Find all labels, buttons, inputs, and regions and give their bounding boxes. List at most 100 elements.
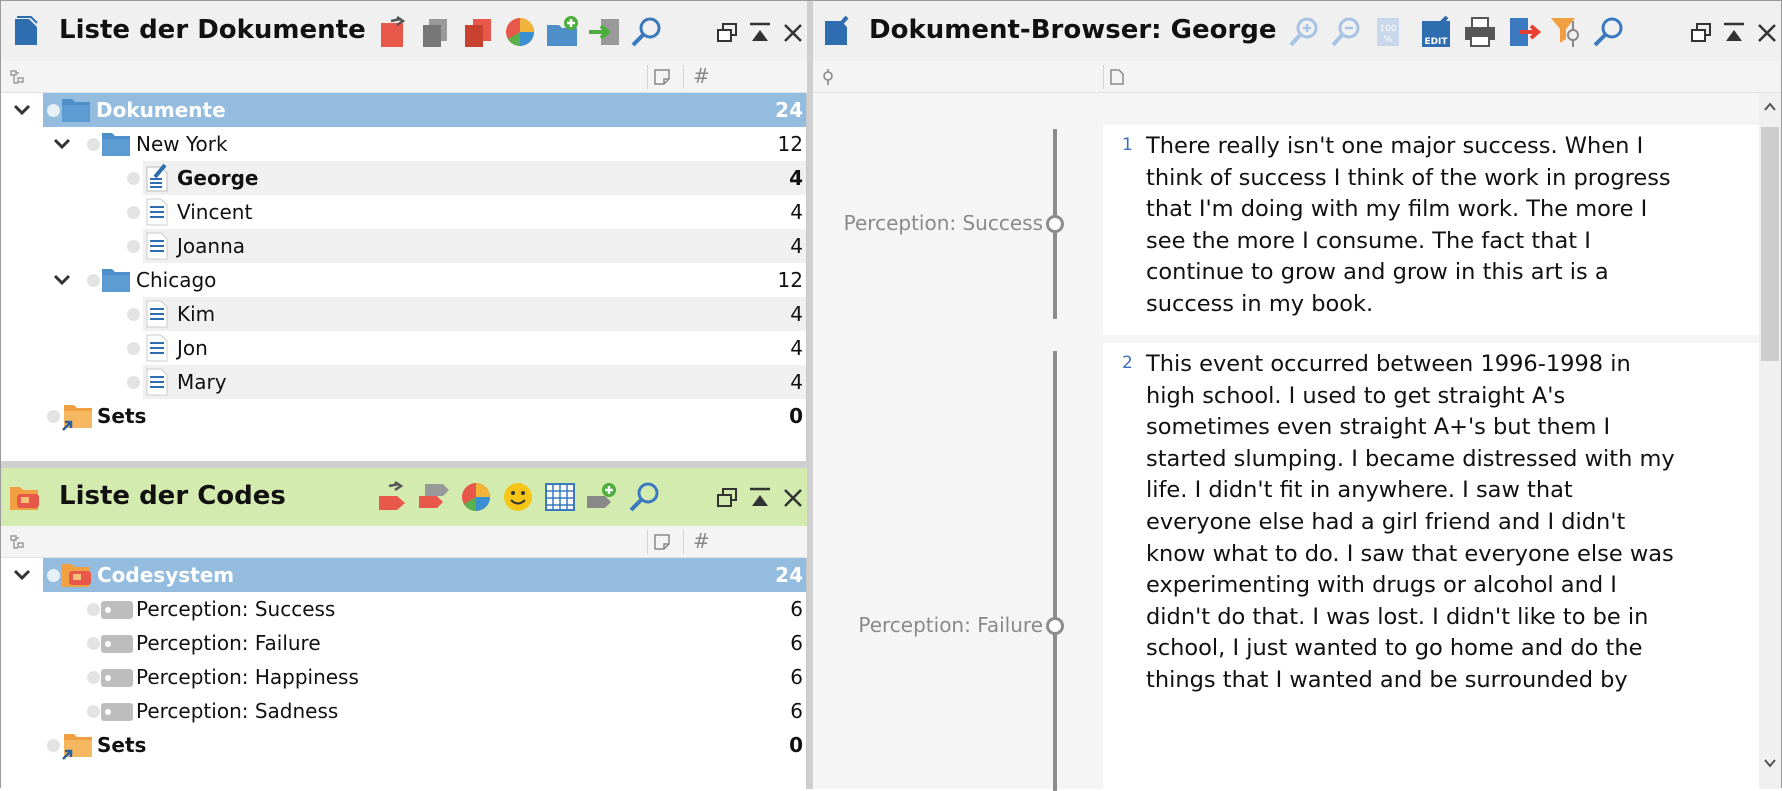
copy-icon[interactable] (419, 15, 453, 49)
code-stripe-failure[interactable] (1053, 351, 1057, 791)
scrollbar-thumb[interactable] (1761, 127, 1779, 361)
tree-row-chicago[interactable]: Chicago 12 (1, 263, 806, 297)
chevron-down-icon[interactable] (51, 133, 73, 155)
vertical-scrollbar[interactable] (1759, 93, 1781, 789)
zoom-100-icon[interactable]: 100% (1371, 15, 1405, 49)
folder-icon (62, 99, 90, 122)
tree-row-mary[interactable]: Mary 4 (1, 365, 806, 399)
code-stripe-label[interactable]: Perception: Failure (858, 613, 1043, 637)
memo-column-icon (654, 534, 670, 550)
tree-row-count: 6 (790, 665, 803, 689)
scroll-up-icon[interactable] (1763, 101, 1777, 113)
undock-icon[interactable] (1689, 21, 1713, 45)
tree-row-kim[interactable]: Kim 4 (1, 297, 806, 331)
code-stripe-label[interactable]: Perception: Success (844, 211, 1043, 235)
tree-row-label: Vincent (177, 200, 253, 224)
close-icon[interactable] (781, 21, 805, 45)
text-line: that I'm doing with my film work. The mo… (1146, 196, 1648, 223)
pie-chart-icon[interactable] (459, 480, 493, 514)
tree-row-label: Perception: Failure (136, 631, 321, 655)
tree-row-count: 24 (775, 98, 803, 122)
chevron-down-icon[interactable] (51, 269, 73, 291)
zoom-in-icon[interactable] (1287, 15, 1321, 49)
activate-icon[interactable] (377, 15, 411, 49)
search-icon[interactable] (1591, 15, 1625, 49)
new-code-icon[interactable] (585, 480, 619, 514)
print-icon[interactable] (1463, 15, 1497, 49)
code-tree: Codesystem 24 Perception: Success 6 Perc… (1, 558, 807, 789)
tree-row-new-york[interactable]: New York 12 (1, 127, 806, 161)
tree-row-jon[interactable]: Jon 4 (1, 331, 806, 365)
search-icon[interactable] (629, 15, 663, 49)
smiley-icon[interactable] (501, 480, 535, 514)
new-folder-icon[interactable] (545, 15, 579, 49)
document-browser-panel: Dokument-Browser: George 100% EDIT Perce… (813, 1, 1781, 791)
tree-row-george[interactable]: George 4 (1, 161, 806, 195)
close-icon[interactable] (781, 486, 805, 510)
code-list-panel: Liste der Codes # Codesystem 24 Percepti… (1, 468, 807, 789)
tree-row-perception-happiness[interactable]: Perception: Happiness 6 (1, 660, 806, 694)
text-line: think of success I think of the work in … (1146, 164, 1671, 191)
tree-row-joanna[interactable]: Joanna 4 (1, 229, 806, 263)
tree-row-count: 4 (790, 336, 803, 360)
chevron-down-icon[interactable] (11, 564, 33, 586)
tree-row-label: Joanna (177, 234, 245, 258)
svg-text:%: % (1384, 35, 1393, 45)
tree-row-vincent[interactable]: Vincent 4 (1, 195, 806, 229)
folder-icon (102, 133, 130, 156)
paragraph-2[interactable]: 2 This event occurred between 1996-1998 … (1103, 343, 1759, 789)
maximize-icon[interactable] (748, 486, 772, 510)
code-tags-icon[interactable] (417, 480, 451, 514)
import-icon[interactable] (587, 15, 621, 49)
tree-row-count: 4 (790, 200, 803, 224)
document-list-title: Liste der Dokumente (59, 15, 366, 45)
code-stripe-failure-knob[interactable] (1046, 617, 1064, 635)
search-icon[interactable] (627, 480, 661, 514)
tree-row-perception-failure[interactable]: Perception: Failure 6 (1, 626, 806, 660)
text-document-icon (146, 300, 168, 328)
code-tag-icon (101, 703, 133, 721)
zoom-out-icon[interactable] (1329, 15, 1363, 49)
tree-row-count: 0 (789, 733, 803, 757)
tree-icon (10, 535, 24, 549)
tree-row-document-sets[interactable]: Sets 0 (1, 399, 806, 433)
activate-icon[interactable] (375, 480, 409, 514)
text-line: sometimes even straight A+'s but them I (1146, 414, 1611, 441)
tree-row-label: Jon (177, 336, 208, 360)
pie-chart-icon[interactable] (503, 15, 537, 49)
tree-row-codesystem[interactable]: Codesystem 24 (1, 558, 806, 592)
tree-row-count: 12 (777, 132, 803, 156)
scroll-down-icon[interactable] (1763, 757, 1777, 769)
maximize-icon[interactable] (1722, 21, 1746, 45)
export-icon[interactable] (1507, 15, 1541, 49)
tree-row-count: 4 (790, 234, 803, 258)
document-text-area[interactable]: 1 There really isn't one major success. … (1103, 93, 1759, 789)
tree-row-label: Perception: Success (136, 597, 336, 621)
paragraph-1[interactable]: 1 There really isn't one major success. … (1103, 125, 1759, 335)
close-icon[interactable] (1755, 21, 1779, 45)
chevron-down-icon[interactable] (11, 99, 33, 121)
count-column-icon: # (693, 64, 710, 88)
filter-icon[interactable] (1549, 15, 1583, 49)
table-icon[interactable] (543, 480, 577, 514)
code-tag-icon (101, 669, 133, 687)
paragraph-text: This event occurred between 1996-1998 in… (1146, 349, 1675, 697)
text-document-icon (146, 198, 168, 226)
edit-icon[interactable]: EDIT (1419, 15, 1453, 49)
tree-row-code-sets[interactable]: Sets 0 (1, 728, 806, 762)
memo-column-icon (654, 69, 670, 85)
text-line: continue to grow and grow in this art is… (1146, 259, 1609, 286)
tree-row-dokumente[interactable]: Dokumente 24 (1, 93, 806, 127)
duplicate-icon[interactable] (461, 15, 495, 49)
text-line: see the more I consume. The fact that I (1146, 227, 1591, 254)
paragraph-number: 1 (1122, 135, 1133, 155)
edit-document-icon (146, 163, 168, 192)
undock-icon[interactable] (715, 486, 739, 510)
code-tag-icon (101, 601, 133, 619)
horizontal-splitter[interactable] (1, 461, 807, 468)
undock-icon[interactable] (715, 21, 739, 45)
code-stripe-success-knob[interactable] (1046, 215, 1064, 233)
tree-row-perception-success[interactable]: Perception: Success 6 (1, 592, 806, 626)
maximize-icon[interactable] (748, 21, 772, 45)
tree-row-perception-sadness[interactable]: Perception: Sadness 6 (1, 694, 806, 728)
